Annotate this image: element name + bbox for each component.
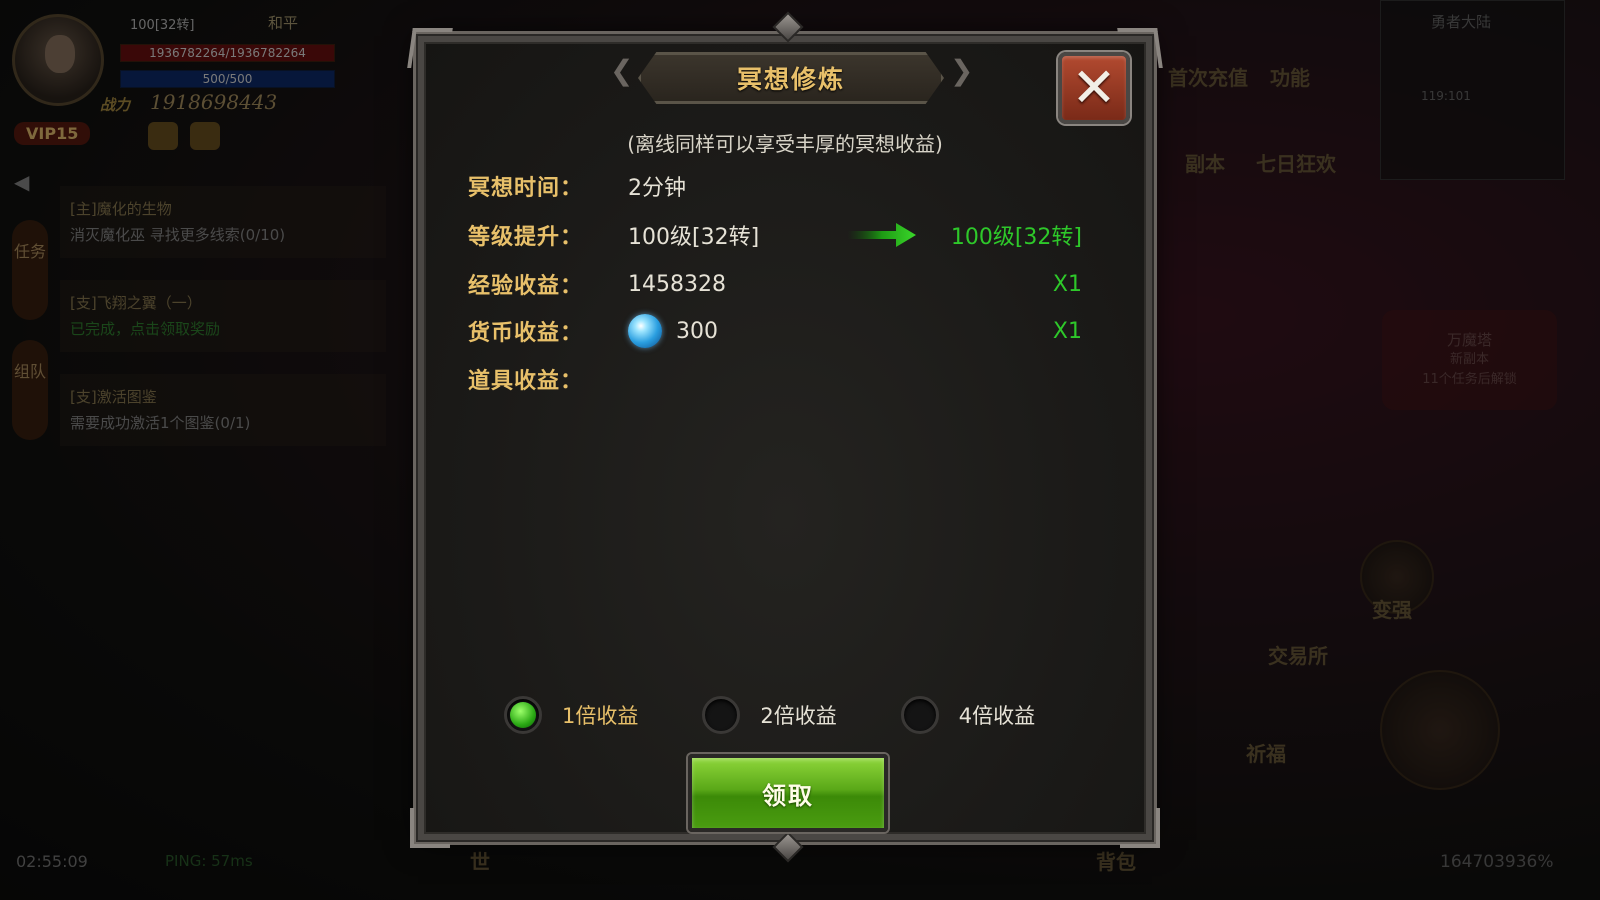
tower-name: 万魔塔 [1446,331,1492,349]
map-coords: 119:101 [1421,89,1471,103]
title-wing-left-icon: ❮ [610,54,634,87]
pray-button[interactable]: 祈福 [1246,738,1286,767]
claim-button[interactable]: 领取 [688,754,888,832]
exp-label: 经验收益： [468,274,584,299]
vip-badge[interactable]: VIP15 [14,122,91,145]
collapse-arrow-icon[interactable]: ◀ [14,170,29,194]
vip-icon[interactable] [148,122,178,150]
level-to: 100级[32转] [950,225,1082,250]
player-level: 100[32转] [130,18,195,33]
currency-label: 货币收益： [468,321,584,346]
hp-bar: 1936782264/1936782264 [120,44,335,62]
time-value: 2分钟 [628,176,686,201]
level-label: 等级提升： [468,225,584,250]
power-label: 战力 [100,96,131,114]
percent-readout: 164703936% [1440,852,1554,872]
dialog-subtitle: (离线同样可以享受丰厚的冥想收益) [627,132,943,156]
close-button[interactable]: ✕ [1058,52,1130,124]
currency-multiplier: X1 [1052,318,1082,344]
row-items: 道具收益： [468,363,628,395]
option-2x[interactable]: 2倍收益 [702,696,837,734]
exp-value: 1458328 [628,271,726,297]
frame-gem [772,831,804,863]
frame-gem [772,11,804,43]
seven-day-button[interactable]: 七日狂欢 [1256,148,1336,177]
tower-panel[interactable]: 万魔塔 新副本 11个任务后解锁 [1382,310,1557,410]
first-recharge-button[interactable]: 首次充值 [1168,62,1248,91]
tab-team[interactable]: 组队 [12,340,48,440]
meditation-dialog: ❮ ❯ 冥想修炼 ✕ (离线同样可以享受丰厚的冥想收益) 冥想时间： 2分钟 等… [407,11,1163,863]
currency-value: 300 [676,318,718,344]
items-label: 道具收益： [468,369,584,394]
dialog-title: 冥想修炼 [736,65,845,94]
option-label: 4倍收益 [958,704,1036,728]
multiplier-options: 1倍收益 2倍收益 4倍收益 [504,696,1099,734]
bag-button[interactable]: 背包 [1096,846,1136,875]
strengthen-button[interactable]: 变强 [1372,594,1412,623]
hud-left-panel: 100[32转] 和平 1936782264/1936782264 500/50… [0,0,400,900]
dungeon-button[interactable]: 副本 [1185,148,1225,177]
option-label: 1倍收益 [562,704,639,728]
option-label: 2倍收益 [760,704,837,728]
quest-title: [主]魔化的生物 [70,200,172,218]
frame-corner [407,28,453,68]
tower-sub: 新副本 [1449,352,1489,367]
quest-desc: 需要成功激活1个图鉴(0/1) [70,414,251,432]
radio-icon[interactable] [702,696,741,734]
chat-icon[interactable] [1380,670,1500,790]
pk-mode[interactable]: 和平 [268,12,298,33]
arrow-right-icon [848,223,916,247]
level-from: 100级[32转] [628,225,760,250]
quest-desc: 已完成，点击领取奖励 [70,320,221,338]
world-chat-tab[interactable]: 世 [470,846,490,875]
option-4x[interactable]: 4倍收益 [900,696,1036,734]
close-icon: ✕ [1071,56,1117,119]
exp-multiplier: X1 [1052,271,1082,297]
frame-corner [1120,808,1160,848]
tab-task[interactable]: 任务 [12,220,48,320]
map-name: 勇者大陆 [1431,13,1492,31]
radio-selected-icon[interactable] [504,696,542,734]
option-1x[interactable]: 1倍收益 [504,696,638,734]
quest-item[interactable]: [支]飞翔之翼（一） 已完成，点击领取奖励 [60,280,386,352]
row-currency: 货币收益： 300 X1 [468,314,1112,348]
tower-lock: 11个任务后解锁 [1422,372,1517,387]
quest-title: [支]激活图鉴 [70,388,157,406]
row-level: 等级提升： 100级[32转] 100级[32转] [468,219,1112,251]
trade-button[interactable]: 交易所 [1268,640,1328,669]
quest-desc: 消灭魔化巫 寻找更多线索(0/10) [70,226,286,244]
function-button[interactable]: 功能 [1270,62,1310,91]
clock: 02:55:09 [16,852,88,871]
time-label: 冥想时间： [468,176,584,201]
dialog-title-plate: 冥想修炼 [638,52,944,104]
player-avatar[interactable] [12,14,104,106]
buff-icon[interactable] [190,122,220,150]
radio-icon[interactable] [900,696,939,734]
frame-corner [410,808,450,848]
quest-item[interactable]: [支]激活图鉴 需要成功激活1个图鉴(0/1) [60,374,386,446]
row-exp: 经验收益： 1458328 X1 [468,268,1112,300]
quest-item[interactable]: [主]魔化的生物 消灭魔化巫 寻找更多线索(0/10) [60,186,386,258]
power-value: 1918698443 [150,90,278,114]
quest-title: [支]飞翔之翼（一） [70,294,202,312]
row-time: 冥想时间： 2分钟 [468,170,686,202]
claim-label: 领取 [762,781,814,810]
mp-bar: 500/500 [120,70,335,88]
minimap[interactable]: 勇者大陆 119:101 [1380,0,1565,180]
ping: PING: 57ms [165,852,253,870]
blue-orb-currency-icon [628,314,662,348]
title-wing-right-icon: ❯ [950,54,974,87]
